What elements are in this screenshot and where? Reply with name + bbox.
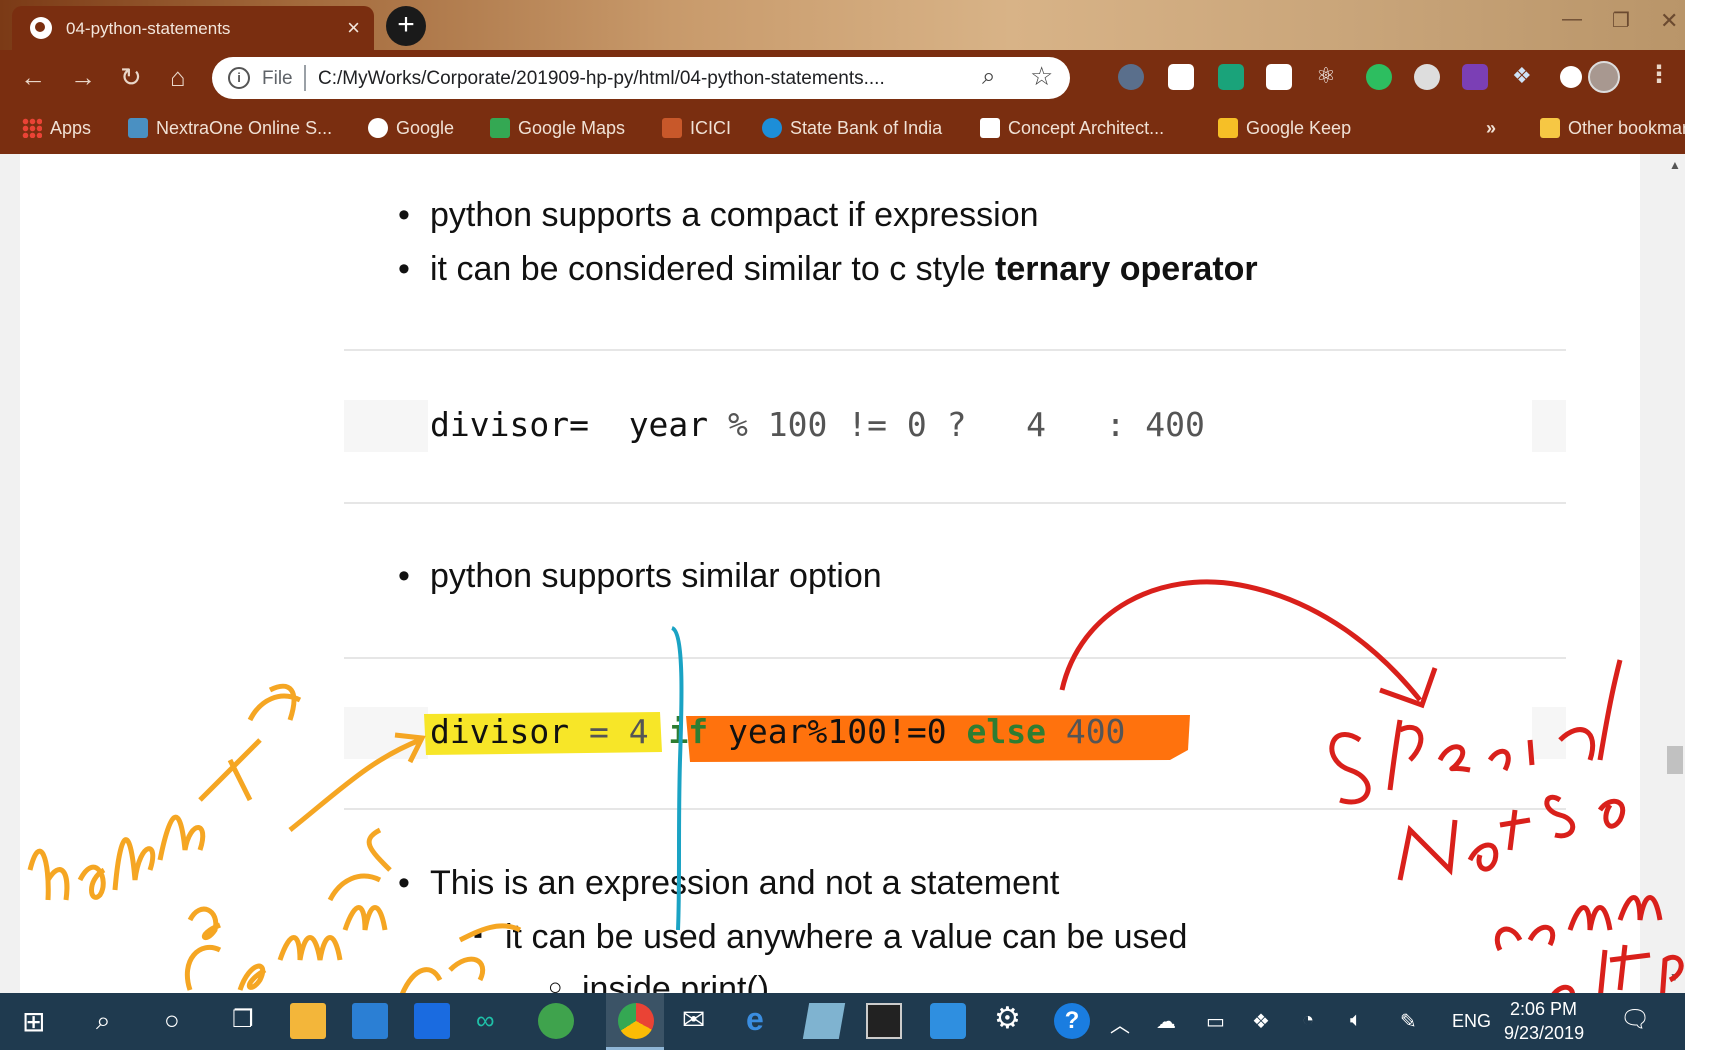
clock-time[interactable]: 2:06 PM [1510, 999, 1577, 1020]
cortana-icon[interactable]: ○ [164, 1005, 180, 1036]
scrollbar-thumb[interactable] [1667, 746, 1683, 774]
scroll-down-arrow-icon[interactable]: ▼ [1669, 970, 1681, 984]
mail-icon[interactable]: ✉ [682, 1003, 705, 1036]
bullet-expression: This is an expression and not a statemen… [398, 864, 1059, 903]
notifications-icon[interactable]: 🗨︎ [1620, 1005, 1650, 1034]
show-hidden-icons-icon[interactable]: ︿ [1110, 1009, 1130, 1038]
clock-date[interactable]: 9/23/2019 [1504, 1023, 1584, 1044]
battery-icon[interactable]: ▭ [1206, 1009, 1225, 1034]
language-indicator[interactable]: ENG [1452, 1011, 1491, 1032]
dropbox-tray-icon[interactable]: ❖ [1252, 1009, 1270, 1034]
dropbox-icon[interactable] [414, 1003, 450, 1039]
store-icon[interactable] [352, 1003, 388, 1039]
scroll-up-arrow-icon[interactable]: ▲ [1669, 158, 1681, 172]
vscode-icon[interactable] [930, 1003, 966, 1039]
notes-icon[interactable] [802, 1003, 846, 1039]
chrome-icon[interactable] [618, 1003, 654, 1039]
onedrive-icon[interactable]: ☁ [1156, 1009, 1176, 1034]
vertical-scrollbar[interactable] [1664, 154, 1685, 993]
wifi-icon[interactable]: ◔ [1302, 1009, 1314, 1032]
pen-icon[interactable]: ✎ [1400, 1009, 1417, 1034]
windows-taskbar: ⊞ ⌕ ○ ❐ ∞ ✉ e ⚙ ? ︿ ☁ ▭ ❖ ◔ 🔈︎ ✎ ENG 2:0… [0, 993, 1685, 1050]
task-view-icon[interactable]: ❐ [232, 1005, 254, 1034]
windows-start-icon[interactable]: ⊞ [22, 1005, 45, 1038]
code-python-if-expr: divisor = 4 if year%100!=0 else 400 [430, 712, 1126, 751]
terminal-icon[interactable] [866, 1003, 902, 1039]
edge-icon[interactable]: e [746, 1001, 764, 1038]
file-explorer-icon[interactable] [290, 1003, 326, 1039]
settings-gear-icon[interactable]: ⚙ [994, 1001, 1021, 1036]
sub-bullet-anywhere: it can be used anywhere a value can be u… [473, 918, 1187, 957]
window-margin [1685, 0, 1736, 1050]
search-icon[interactable]: ⌕ [96, 1005, 111, 1037]
volume-icon[interactable]: 🔈︎ [1350, 1009, 1362, 1032]
spring-icon[interactable] [538, 1003, 574, 1039]
divider [344, 808, 1566, 810]
help-icon[interactable]: ? [1054, 1003, 1090, 1039]
arduino-icon[interactable]: ∞ [476, 1005, 495, 1036]
